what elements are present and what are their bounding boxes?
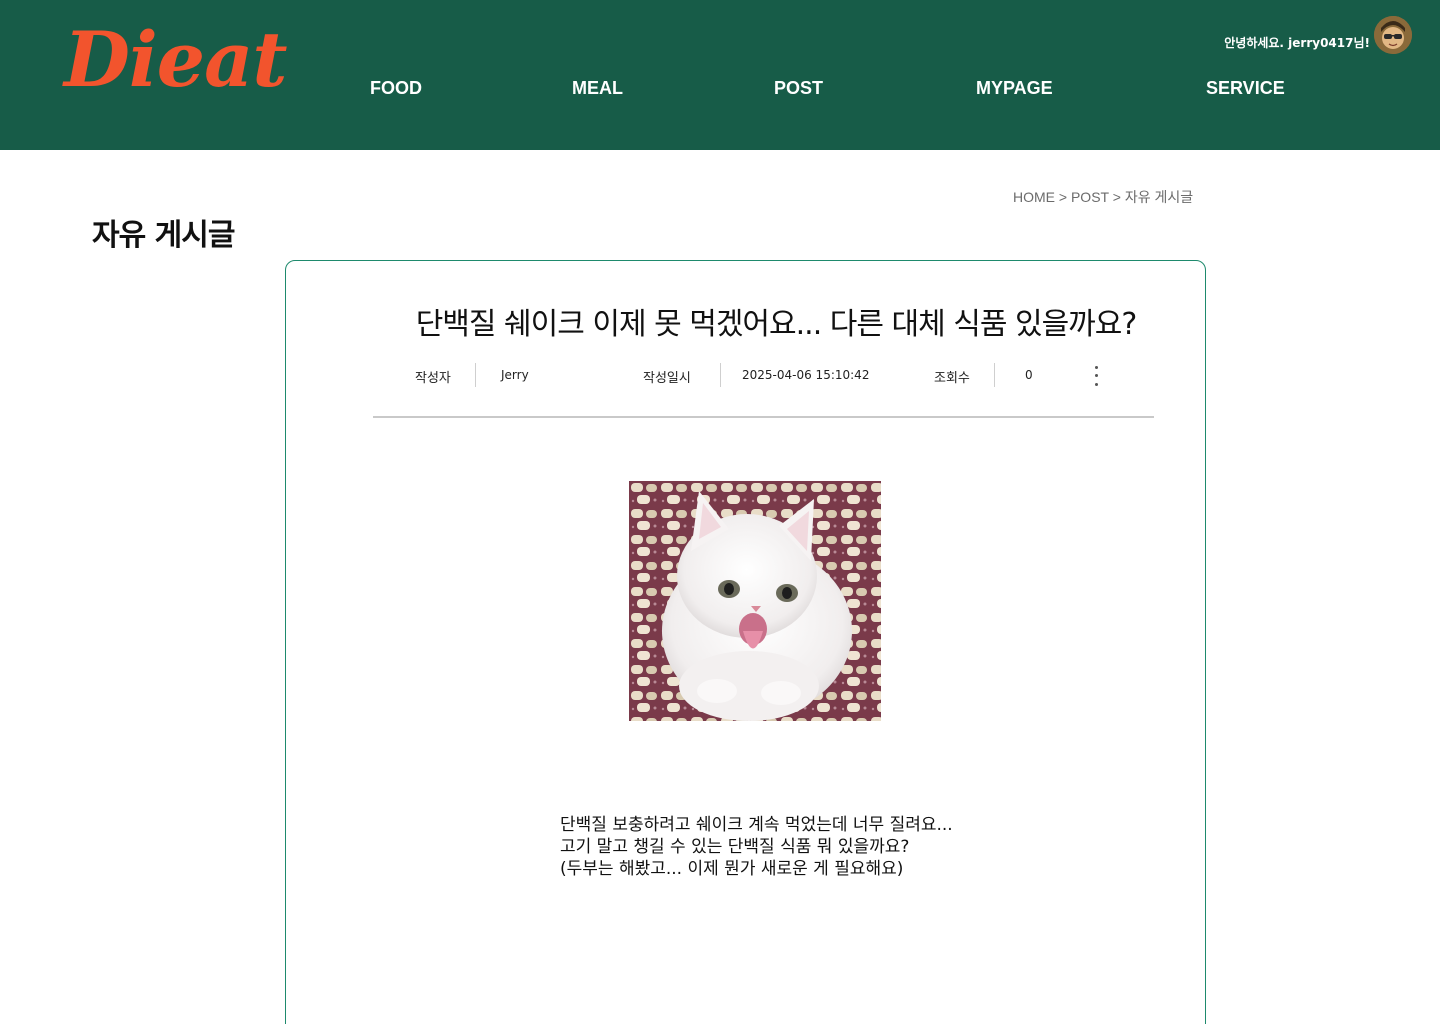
- post-image: [629, 481, 881, 721]
- nav-food[interactable]: FOOD: [370, 78, 422, 99]
- post-title: 단백질 쉐이크 이제 못 먹겠어요... 다른 대체 식품 있을까요?: [415, 307, 1138, 342]
- nav-post[interactable]: POST: [774, 78, 823, 99]
- avatar-icon: [1374, 16, 1412, 54]
- meta-divider: [720, 363, 721, 387]
- nav-service[interactable]: SERVICE: [1206, 78, 1285, 99]
- post-card: 단백질 쉐이크 이제 못 먹겠어요... 다른 대체 식품 있을까요? 작성자 …: [285, 260, 1206, 1024]
- meta-divider: [994, 363, 995, 387]
- breadcrumb-post[interactable]: POST: [1071, 189, 1109, 205]
- meta-divider: [475, 363, 476, 387]
- cat-photo: [629, 481, 881, 721]
- breadcrumb-current: 자유 게시글: [1124, 189, 1194, 205]
- author-label: 작성자: [415, 371, 451, 386]
- breadcrumb-separator: >: [1108, 189, 1125, 205]
- author-value: Jerry: [501, 368, 529, 382]
- views-value: 0: [1025, 368, 1033, 382]
- site-logo[interactable]: Dieat: [64, 22, 287, 98]
- post-body: 단백질 보충하려고 쉐이크 계속 먹었는데 너무 질려요... 고기 말고 챙길…: [560, 814, 980, 880]
- post-body-line: 고기 말고 챙길 수 있는 단백질 식품 뭐 있을까요?: [560, 837, 910, 857]
- page-title: 자유 게시글: [92, 218, 235, 253]
- post-body-line: 단백질 보충하려고 쉐이크 계속 먹었는데 너무 질려요...: [560, 815, 953, 835]
- user-avatar[interactable]: [1374, 16, 1412, 54]
- date-label: 작성일시: [643, 371, 691, 386]
- nav-mypage[interactable]: MYPAGE: [976, 78, 1053, 99]
- breadcrumb-separator: >: [1055, 189, 1071, 205]
- views-label: 조회수: [934, 371, 970, 386]
- more-vertical-icon[interactable]: [1086, 363, 1106, 389]
- breadcrumb: HOME > POST > 자유 게시글: [1013, 187, 1193, 207]
- site-header: Dieat FOOD MEAL POST MYPAGE SERVICE 안녕하세…: [0, 0, 1440, 150]
- breadcrumb-home[interactable]: HOME: [1013, 189, 1055, 205]
- date-value: 2025-04-06 15:10:42: [742, 368, 870, 382]
- post-body-line: (두부는 해봤고... 이제 뭔가 새로운 게 필요해요): [560, 859, 904, 879]
- user-greeting: 안녕하세요. jerry0417님!: [1224, 36, 1370, 50]
- header-divider: [373, 416, 1154, 418]
- nav-meal[interactable]: MEAL: [572, 78, 623, 99]
